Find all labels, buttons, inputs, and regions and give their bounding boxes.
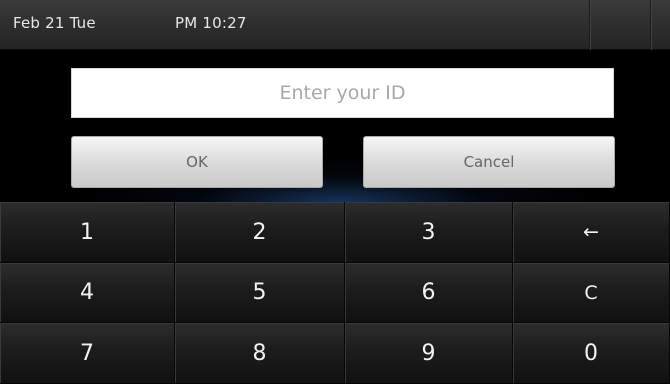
status-divider [650, 0, 651, 50]
key-0[interactable]: 0 [513, 323, 670, 384]
key-clear[interactable]: C [513, 263, 670, 323]
status-time: PM 10:27 [175, 14, 247, 32]
key-9[interactable]: 9 [345, 323, 513, 384]
ok-button[interactable]: OK [71, 136, 323, 188]
key-3[interactable]: 3 [345, 202, 513, 263]
id-entry-panel: OK Cancel [0, 50, 670, 202]
status-divider [589, 0, 590, 50]
status-date: Feb 21 Tue [13, 14, 96, 32]
key-5[interactable]: 5 [175, 263, 345, 323]
key-7[interactable]: 7 [0, 323, 175, 384]
key-4[interactable]: 4 [0, 263, 175, 323]
login-screen: Feb 21 Tue PM 10:27 OK Cancel 1 2 3 ← 4 … [0, 0, 670, 384]
id-input[interactable] [71, 68, 614, 118]
key-8[interactable]: 8 [175, 323, 345, 384]
key-2[interactable]: 2 [175, 202, 345, 263]
cancel-button[interactable]: Cancel [363, 136, 615, 188]
numeric-keypad: 1 2 3 ← 4 5 6 C 7 8 9 0 [0, 202, 670, 384]
key-6[interactable]: 6 [345, 263, 513, 323]
key-backspace[interactable]: ← [513, 202, 670, 263]
key-1[interactable]: 1 [0, 202, 175, 263]
status-bar: Feb 21 Tue PM 10:27 [0, 0, 670, 50]
